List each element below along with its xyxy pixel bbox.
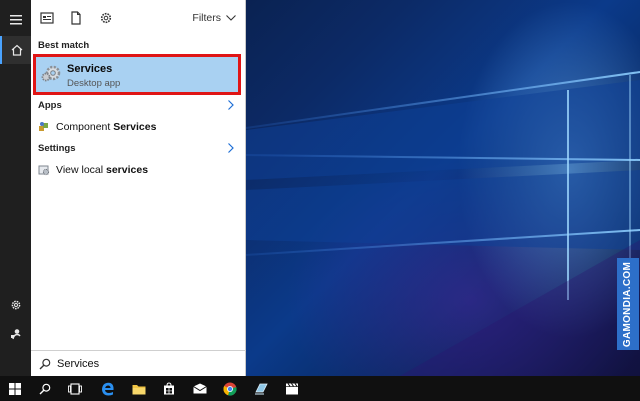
filters-label: Filters — [192, 12, 221, 24]
start-button[interactable] — [0, 376, 30, 401]
task-view-icon — [68, 382, 82, 395]
file-explorer-taskbar-button[interactable] — [124, 376, 154, 401]
settings-expand-chevron-icon[interactable] — [227, 143, 235, 153]
apps-expand-chevron-icon[interactable] — [227, 100, 235, 110]
local-services-icon — [38, 165, 50, 176]
windows-start-icon — [9, 382, 21, 395]
clapper-taskbar-button[interactable] — [277, 376, 307, 401]
site-watermark: GAMONDIA.COM — [617, 258, 639, 350]
search-input[interactable] — [57, 357, 207, 370]
search-results-panel: Filters Best match Services Desktop app … — [31, 0, 246, 376]
task-view-button[interactable] — [60, 376, 90, 401]
section-best-match: Best match — [38, 40, 90, 51]
user-icon — [10, 329, 21, 340]
chrome-icon — [223, 382, 237, 396]
best-match-services-result[interactable]: Services Desktop app — [33, 54, 241, 95]
mail-icon — [193, 383, 207, 394]
store-icon — [164, 382, 174, 395]
start-left-rail — [0, 0, 31, 376]
chrome-taskbar-button[interactable] — [215, 376, 245, 401]
hamburger-icon — [9, 15, 22, 25]
settings-filter-icon[interactable] — [99, 11, 113, 25]
clapper-icon — [286, 383, 298, 395]
component-services-icon — [39, 122, 48, 131]
mail-taskbar-button[interactable] — [185, 376, 215, 401]
services-gear-icon — [41, 65, 61, 82]
store-taskbar-button[interactable] — [154, 376, 184, 401]
chevron-down-icon — [226, 15, 236, 21]
taskbar — [0, 376, 640, 401]
edge-icon — [102, 382, 114, 395]
file-explorer-icon — [132, 384, 146, 394]
view-local-services-match: services — [106, 164, 149, 176]
app-icon — [255, 383, 268, 395]
component-services-prefix: Component — [56, 121, 114, 133]
expand-menu-button[interactable] — [0, 6, 31, 34]
home-icon — [11, 44, 22, 56]
section-settings: Settings — [38, 143, 76, 154]
section-apps: Apps — [38, 100, 62, 111]
best-match-title: Services — [67, 63, 113, 75]
search-icon — [39, 383, 51, 394]
app-taskbar-button[interactable] — [246, 376, 276, 401]
taskbar-search-button[interactable] — [30, 376, 60, 401]
home-button[interactable] — [0, 36, 31, 64]
best-match-subtitle: Desktop app — [67, 78, 121, 89]
user-feedback-button[interactable] — [0, 320, 31, 348]
view-local-services-result[interactable]: View local services — [38, 164, 148, 176]
edge-taskbar-button[interactable] — [93, 376, 123, 401]
search-icon — [39, 358, 51, 369]
documents-filter-icon[interactable] — [69, 11, 83, 25]
component-services-result[interactable]: Component Services — [38, 121, 156, 133]
search-box[interactable] — [31, 350, 246, 376]
gear-icon — [11, 300, 20, 310]
component-services-match: Services — [113, 121, 157, 133]
filters-dropdown[interactable]: Filters — [192, 12, 236, 24]
search-toolbar: Filters — [31, 0, 246, 36]
view-local-services-prefix: View local — [56, 164, 106, 176]
settings-button[interactable] — [0, 291, 31, 319]
apps-filter-icon[interactable] — [40, 11, 54, 25]
